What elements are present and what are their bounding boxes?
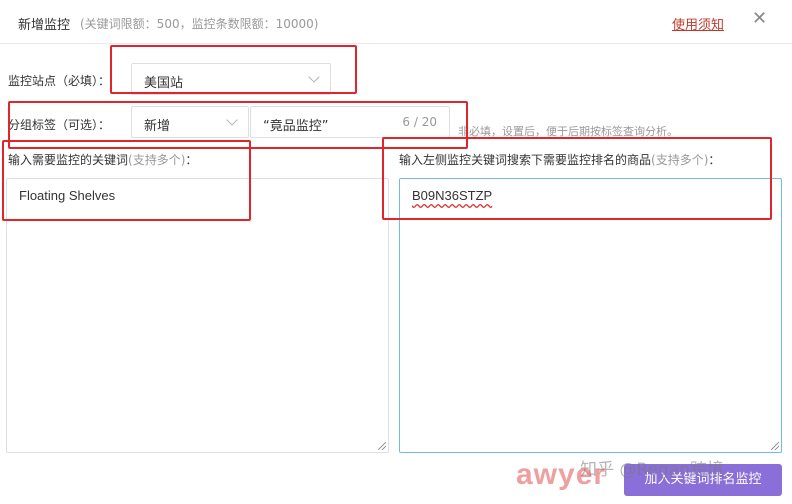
group-hint: 非必填，设置后，便于后期按标签查询分析。 bbox=[458, 125, 678, 138]
resize-handle-icon[interactable] bbox=[771, 442, 779, 450]
keywords-label-text: 输入需要监控的关键词 bbox=[8, 153, 129, 167]
site-label: 监控站点（必填）： bbox=[8, 74, 111, 88]
dialog-header: 新增监控 (关键词限额：500，监控条数限额：10000) 使用须知 ✕ bbox=[0, 0, 792, 44]
products-label-suffix: ： bbox=[708, 153, 721, 167]
site-select-value: 美国站 bbox=[144, 76, 184, 91]
close-icon[interactable]: ✕ bbox=[752, 8, 772, 32]
group-tag-input[interactable]: “竟品监控” 6 / 20 bbox=[250, 106, 450, 138]
products-textarea[interactable]: B09N36STZP bbox=[399, 178, 782, 453]
keywords-label: 输入需要监控的关键词(支持多个)： bbox=[8, 151, 197, 168]
group-tag-counter: 6 / 20 bbox=[402, 115, 437, 129]
keywords-value: Floating Shelves bbox=[19, 188, 116, 203]
quota-limit-text: (关键词限额：500，监控条数限额：10000) bbox=[80, 17, 319, 31]
chevron-down-icon bbox=[226, 114, 238, 126]
products-label-text: 输入左侧监控关键词搜索下需要监控排名的商品 bbox=[399, 153, 652, 167]
keywords-label-suffix: ： bbox=[185, 153, 198, 167]
products-value: B09N36STZP bbox=[412, 188, 493, 203]
resize-handle-icon[interactable] bbox=[378, 442, 386, 450]
keywords-label-note: (支持多个) bbox=[128, 153, 186, 167]
group-mode-select[interactable]: 新增 bbox=[131, 106, 249, 138]
group-tag-value: “竟品监控” bbox=[263, 119, 329, 134]
products-label-note: (支持多个) bbox=[651, 153, 709, 167]
usage-notice-link[interactable]: 使用须知 bbox=[672, 14, 724, 33]
group-mode-value: 新增 bbox=[144, 119, 171, 134]
products-label: 输入左侧监控关键词搜索下需要监控排名的商品(支持多个)： bbox=[399, 151, 720, 168]
awyer-watermark: awyer bbox=[516, 458, 607, 491]
dialog-title: 新增监控 bbox=[18, 18, 71, 33]
site-select[interactable]: 美国站 bbox=[131, 63, 331, 95]
keywords-textarea[interactable]: Floating Shelves bbox=[6, 178, 389, 453]
chevron-down-icon bbox=[308, 71, 320, 83]
group-label: 分组标签（可选）： bbox=[8, 118, 111, 132]
